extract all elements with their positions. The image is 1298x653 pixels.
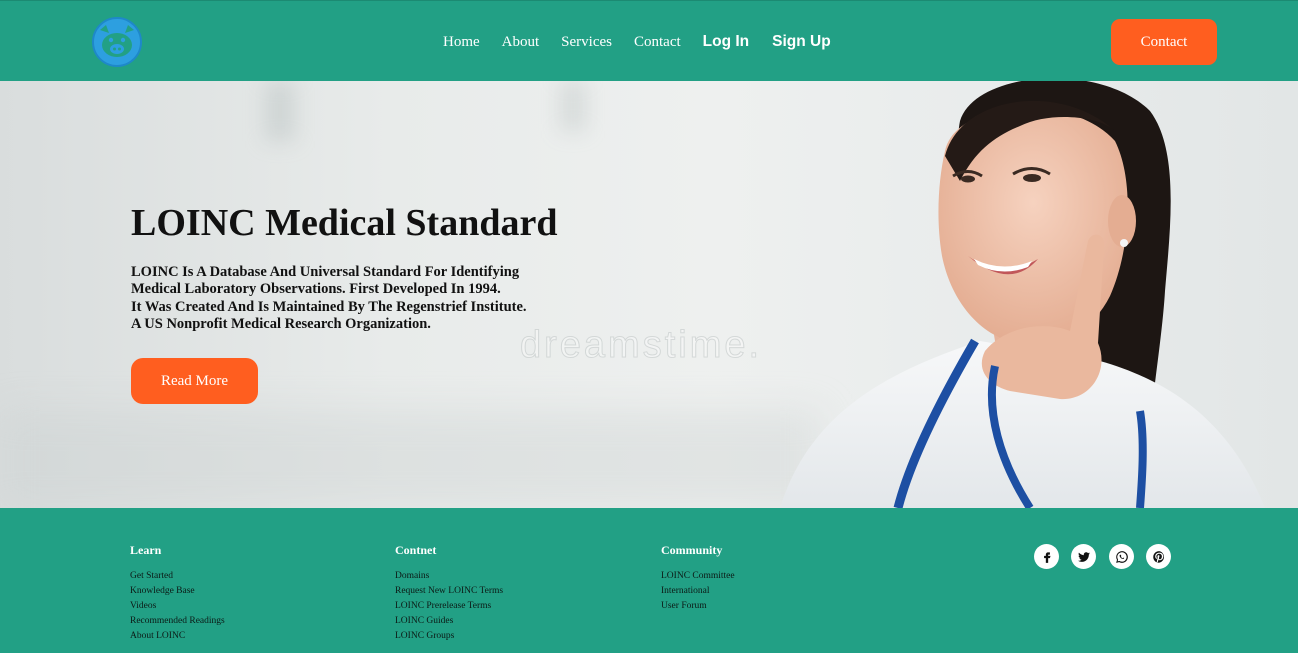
footer-heading: Learn [130, 543, 162, 557]
hero-description-line: It Was Created And Is Maintained By The … [131, 298, 527, 315]
background-blur [0, 411, 820, 508]
background-blur [560, 81, 586, 131]
footer-link[interactable]: Get Started [130, 569, 225, 584]
footer-heading: Community [661, 543, 723, 557]
footer-column-content: Contnet Domains Request New LOINC Terms … [395, 543, 503, 644]
background-blur [265, 81, 295, 141]
hero-section: dreamstime. LOINC Medical Standard LOINC… [0, 81, 1298, 508]
hero-description: LOINC Is A Database And Universal Standa… [131, 264, 571, 333]
hero-description-line: Medical Laboratory Observations. First D… [131, 281, 501, 298]
nav-link-about[interactable]: About [502, 34, 540, 51]
site-footer: Learn Get Started Knowledge Base Videos … [0, 508, 1298, 653]
footer-link[interactable]: Knowledge Base [130, 584, 225, 599]
pinterest-icon[interactable] [1146, 544, 1171, 569]
twitter-icon[interactable] [1071, 544, 1096, 569]
facebook-icon[interactable] [1034, 544, 1059, 569]
footer-link[interactable]: International [661, 584, 735, 599]
hero-title: LOINC Medical Standard [131, 202, 558, 244]
nav-link-home[interactable]: Home [443, 34, 480, 51]
whatsapp-icon[interactable] [1109, 544, 1134, 569]
doctor-image [780, 81, 1265, 508]
footer-link[interactable]: LOINC Committee [661, 569, 735, 584]
footer-link[interactable]: Videos [130, 599, 225, 614]
footer-link[interactable]: Request New LOINC Terms [395, 584, 503, 599]
hero-description-line: A US Nonprofit Medical Research Organiza… [131, 315, 431, 332]
footer-column-learn: Learn Get Started Knowledge Base Videos … [130, 543, 225, 644]
contact-button[interactable]: Contact [1111, 19, 1217, 65]
pig-logo-icon[interactable] [91, 16, 143, 68]
footer-link[interactable]: LOINC Guides [395, 614, 503, 629]
hero-description-line: LOINC Is A Database And Universal Standa… [131, 264, 520, 280]
main-nav: Home About Services Contact Log In Sign … [443, 31, 854, 53]
footer-heading: Contnet [395, 543, 437, 557]
signup-link[interactable]: Sign Up [772, 33, 831, 51]
read-more-button[interactable]: Read More [131, 358, 258, 404]
nav-link-contact[interactable]: Contact [634, 34, 681, 51]
footer-link[interactable]: LOINC Groups [395, 629, 503, 644]
nav-link-services[interactable]: Services [561, 34, 612, 51]
footer-link[interactable]: About LOINC [130, 629, 225, 644]
login-link[interactable]: Log In [703, 33, 750, 51]
footer-column-community: Community LOINC Committee International … [661, 543, 735, 614]
site-header: Home About Services Contact Log In Sign … [0, 0, 1298, 81]
footer-link[interactable]: LOINC Prerelease Terms [395, 599, 503, 614]
footer-link[interactable]: Recommended Readings [130, 614, 225, 629]
footer-link[interactable]: Domains [395, 569, 503, 584]
footer-link[interactable]: User Forum [661, 599, 735, 614]
